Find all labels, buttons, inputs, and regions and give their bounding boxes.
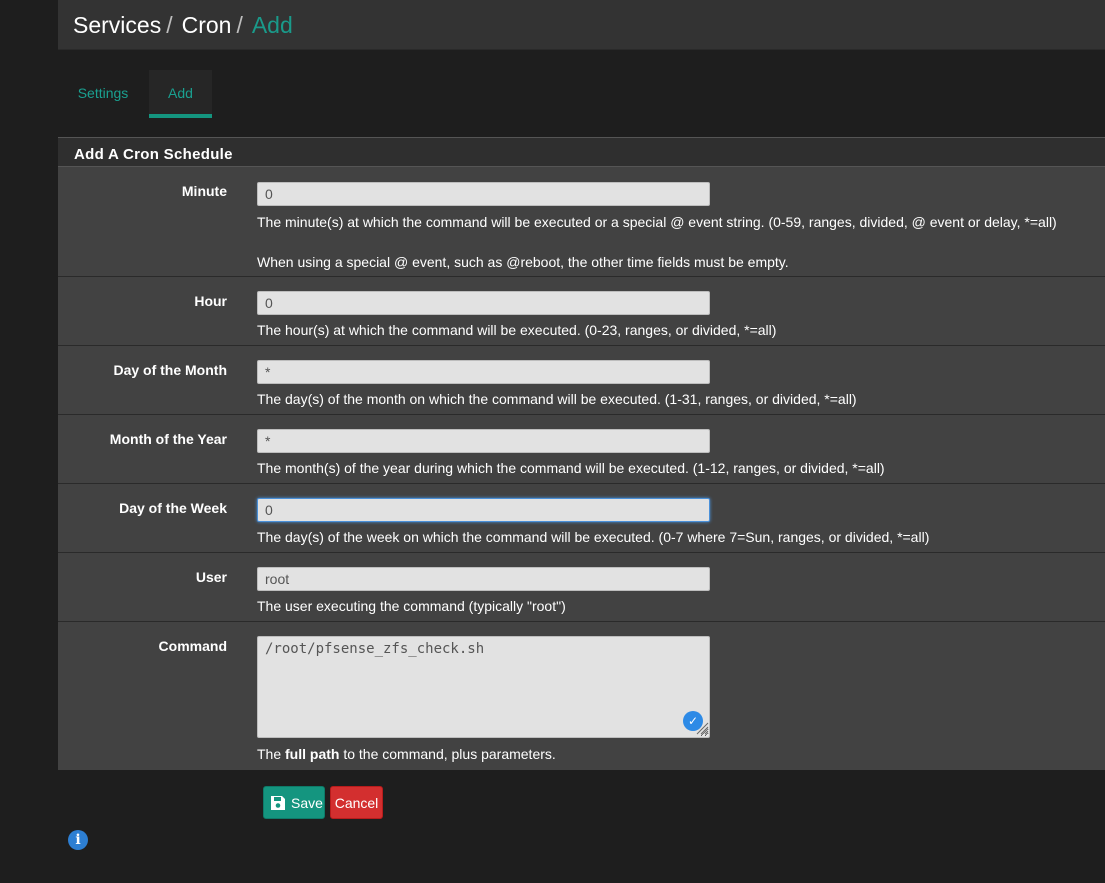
breadcrumb-services[interactable]: Services [73, 12, 161, 38]
resize-grip-icon[interactable] [695, 721, 709, 735]
hour-help: The hour(s) at which the command will be… [257, 322, 777, 338]
day-of-week-row: Day of the Week The day(s) of the week o… [58, 484, 1105, 553]
breadcrumb-separator: / [236, 12, 243, 38]
month-of-year-help: The month(s) of the year during which th… [257, 460, 885, 476]
month-of-year-input[interactable] [257, 429, 710, 453]
day-of-week-label: Day of the Week [119, 500, 227, 516]
breadcrumb-add: Add [251, 12, 293, 38]
tab-settings[interactable]: Settings [58, 70, 148, 118]
minute-input[interactable] [257, 182, 710, 206]
day-of-week-input[interactable] [257, 498, 710, 522]
month-of-year-row: Month of the Year The month(s) of the ye… [58, 415, 1105, 484]
command-textarea[interactable]: /root/pfsense_zfs_check.sh [257, 636, 710, 738]
day-of-month-row: Day of the Month The day(s) of the month… [58, 346, 1105, 415]
hour-input[interactable] [257, 291, 710, 315]
minute-help: The minute(s) at which the command will … [257, 214, 1057, 230]
command-help: The full path to the command, plus param… [257, 746, 556, 762]
page-header: Services / Cron / Add [58, 0, 1105, 50]
hour-row: Hour The hour(s) at which the command wi… [58, 277, 1105, 346]
cron-schedule-panel: Add A Cron Schedule Minute The minute(s)… [58, 137, 1105, 770]
month-of-year-label: Month of the Year [109, 431, 227, 447]
breadcrumb-separator: / [166, 12, 173, 38]
breadcrumb-cron[interactable]: Cron [182, 12, 232, 38]
command-help-bold: full path [285, 746, 340, 762]
minute-help-event: When using a special @ event, such as @r… [257, 254, 789, 270]
tab-bar: Settings Add [58, 70, 458, 118]
day-of-week-help: The day(s) of the week on which the comm… [257, 529, 930, 545]
save-button-label: Save [291, 795, 323, 811]
command-row: Command /root/pfsense_zfs_check.sh ✓ The… [58, 622, 1105, 770]
cancel-button[interactable]: Cancel [330, 786, 383, 819]
user-input[interactable] [257, 567, 710, 591]
minute-label: Minute [181, 183, 227, 199]
command-label: Command [158, 638, 227, 654]
hour-label: Hour [194, 293, 227, 309]
user-help: The user executing the command (typicall… [257, 598, 566, 614]
breadcrumb: Services / Cron / Add [73, 12, 293, 39]
panel-title: Add A Cron Schedule [74, 146, 233, 163]
panel-heading: Add A Cron Schedule [58, 138, 1105, 167]
minute-row: Minute The minute(s) at which the comman… [58, 167, 1105, 277]
user-row: User The user executing the command (typ… [58, 553, 1105, 622]
user-label: User [195, 569, 227, 585]
command-help-prefix: The [257, 746, 286, 762]
day-of-month-input[interactable] [257, 360, 710, 384]
tab-add[interactable]: Add [149, 70, 212, 118]
day-of-month-label: Day of the Month [113, 362, 227, 378]
left-gutter [0, 0, 58, 883]
info-icon[interactable]: i [68, 830, 88, 850]
command-help-suffix: to the command, plus parameters. [339, 746, 556, 762]
save-icon [271, 796, 285, 810]
day-of-month-help: The day(s) of the month on which the com… [257, 391, 857, 407]
save-button[interactable]: Save [263, 786, 325, 819]
